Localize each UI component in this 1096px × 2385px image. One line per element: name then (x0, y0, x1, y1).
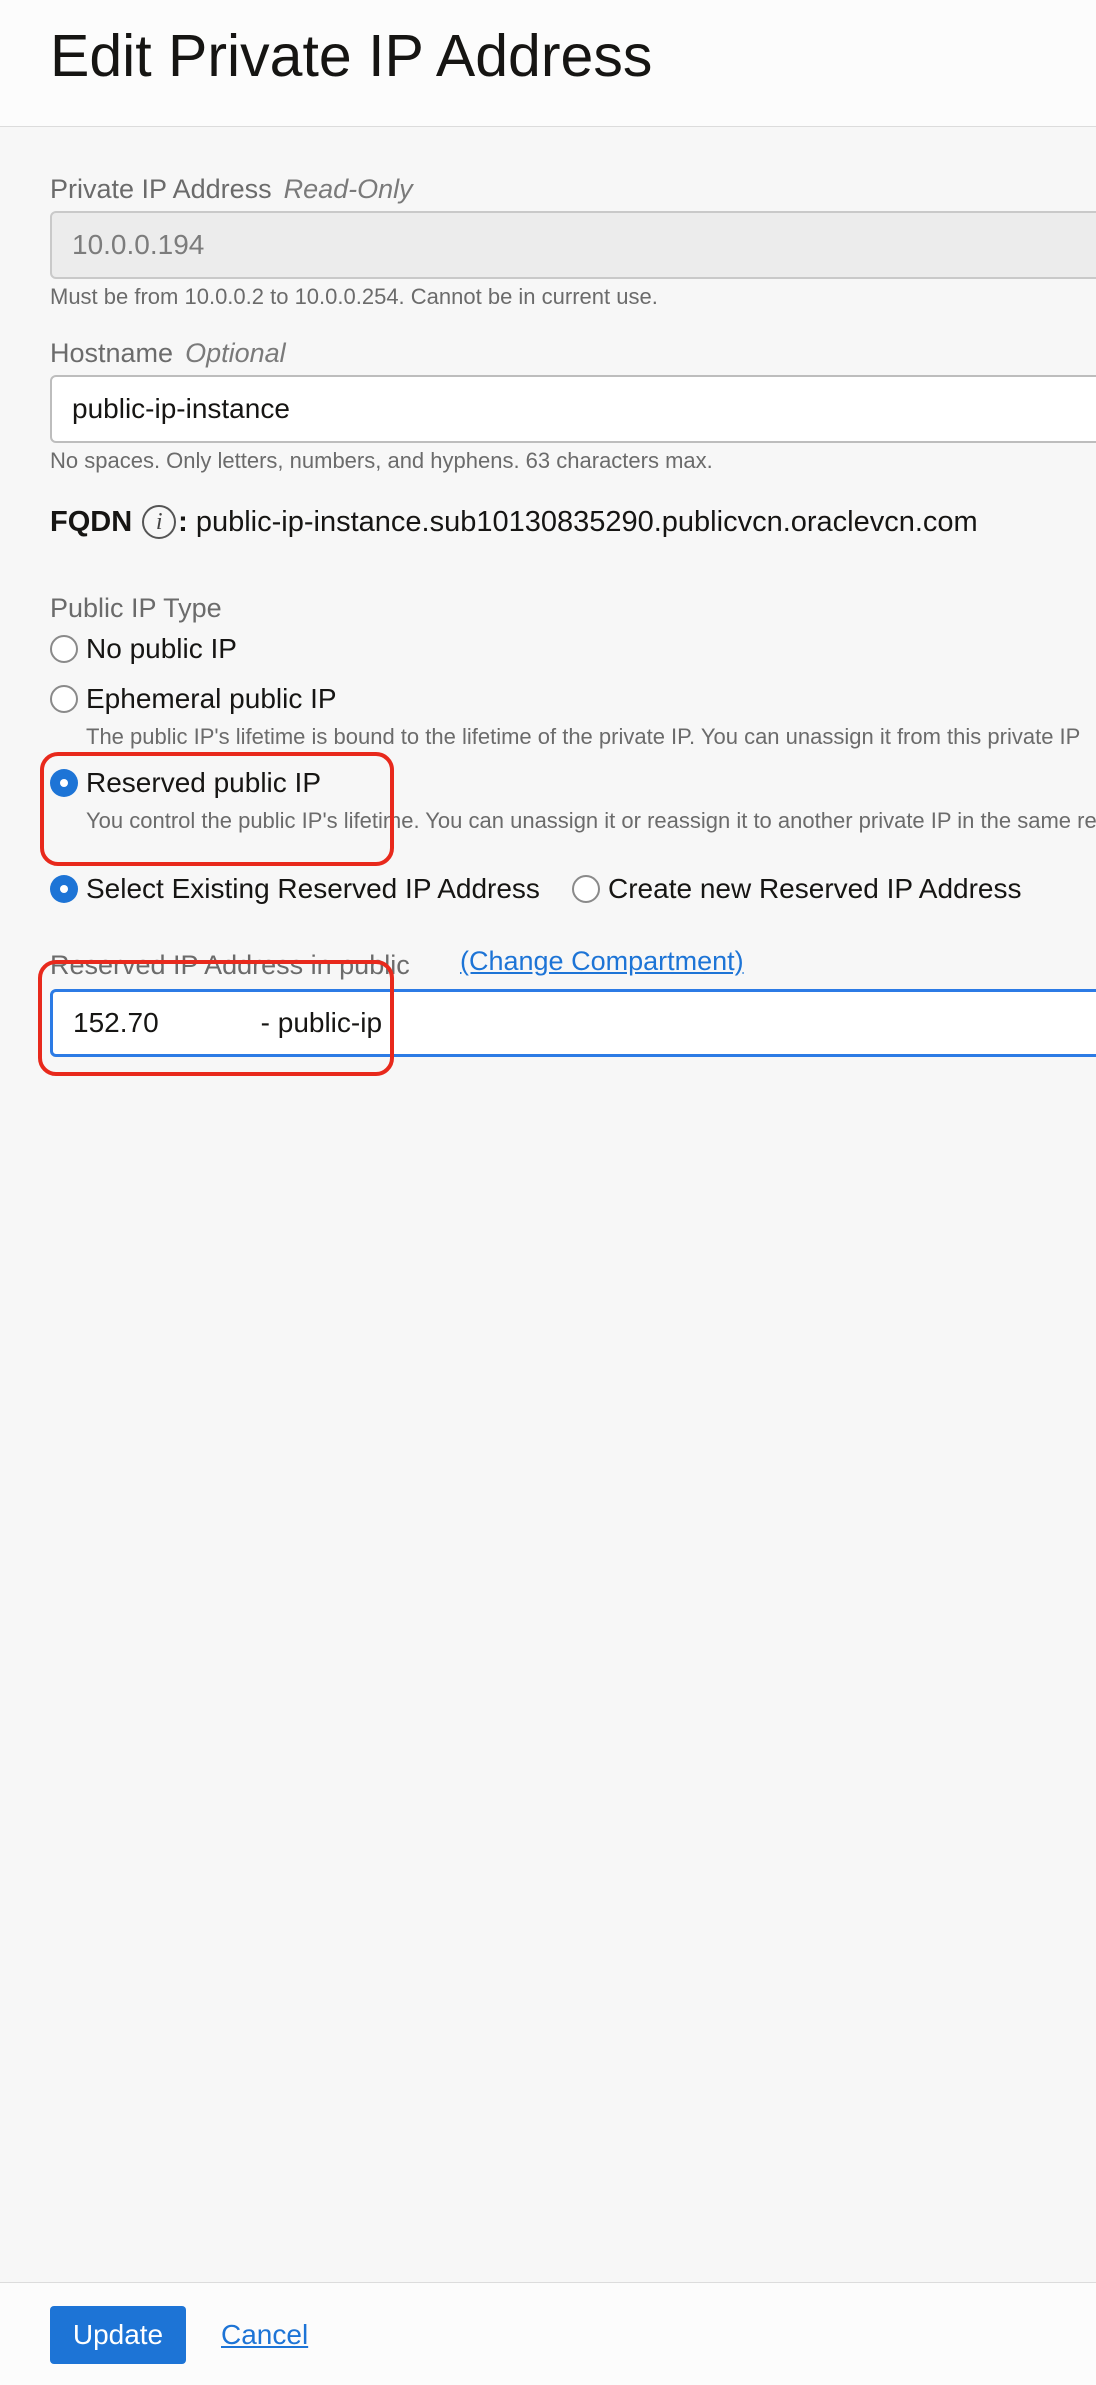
fqdn-colon: : (178, 505, 188, 538)
hostname-label: Hostname Optional (50, 338, 286, 369)
hostname-input[interactable]: public-ip-instance (50, 375, 1096, 443)
fqdn-value: public-ip-instance.sub10130835290.public… (195, 505, 978, 538)
hostname-qualifier: Optional (185, 338, 286, 368)
radio-no-public-ip[interactable]: No public IP (50, 633, 237, 665)
private-ip-label: Private IP Address Read-Only (50, 174, 413, 205)
reserved-ip-label: Reserved IP Address in public (50, 950, 410, 980)
change-compartment-link[interactable]: (Change Compartment) (460, 946, 744, 977)
page-header: Edit Private IP Address (0, 0, 1096, 127)
hostname-label-text: Hostname (50, 338, 174, 368)
fqdn-label: FQDN (50, 505, 133, 538)
radio-select-existing-reserved[interactable]: Select Existing Reserved IP Address (50, 873, 540, 905)
reserved-ip-value: 152.70 (73, 1007, 159, 1038)
radio-button-selected[interactable] (50, 769, 78, 797)
radio-reserved-public-ip[interactable]: Reserved public IP (50, 767, 321, 799)
radio-label: No public IP (86, 633, 237, 664)
radio-label: Ephemeral public IP (86, 683, 337, 714)
reserved-description: You control the public IP's lifetime. Yo… (86, 808, 1096, 833)
cancel-link[interactable]: Cancel (221, 2319, 308, 2351)
info-icon[interactable]: i (142, 505, 177, 539)
radio-label: Create new Reserved IP Address (608, 873, 1022, 904)
public-ip-type-label: Public IP Type (50, 593, 222, 623)
radio-button[interactable] (572, 875, 600, 903)
update-button[interactable]: Update (50, 2306, 186, 2364)
radio-ephemeral-public-ip[interactable]: Ephemeral public IP (50, 683, 337, 715)
reserved-ip-select[interactable]: 152.70 - public-ip (50, 989, 1096, 1057)
fqdn-row: FQDN i : public-ip-instance.sub101308352… (50, 505, 978, 539)
reserved-ip-name: - public-ip (260, 1007, 383, 1038)
radio-button-selected[interactable] (50, 875, 78, 903)
private-ip-help: Must be from 10.0.0.2 to 10.0.0.254. Can… (50, 284, 658, 309)
page-title: Edit Private IP Address (50, 23, 653, 89)
radio-button[interactable] (50, 685, 78, 713)
private-ip-label-text: Private IP Address (50, 174, 272, 204)
radio-create-new-reserved[interactable]: Create new Reserved IP Address (572, 873, 1021, 905)
ephemeral-description: The public IP's lifetime is bound to the… (86, 724, 1081, 749)
radio-button[interactable] (50, 635, 78, 663)
radio-label: Reserved public IP (86, 767, 322, 798)
private-ip-input: 10.0.0.194 (50, 211, 1096, 279)
private-ip-qualifier: Read-Only (283, 174, 413, 204)
radio-label: Select Existing Reserved IP Address (86, 873, 540, 904)
hostname-help: No spaces. Only letters, numbers, and hy… (50, 448, 713, 473)
